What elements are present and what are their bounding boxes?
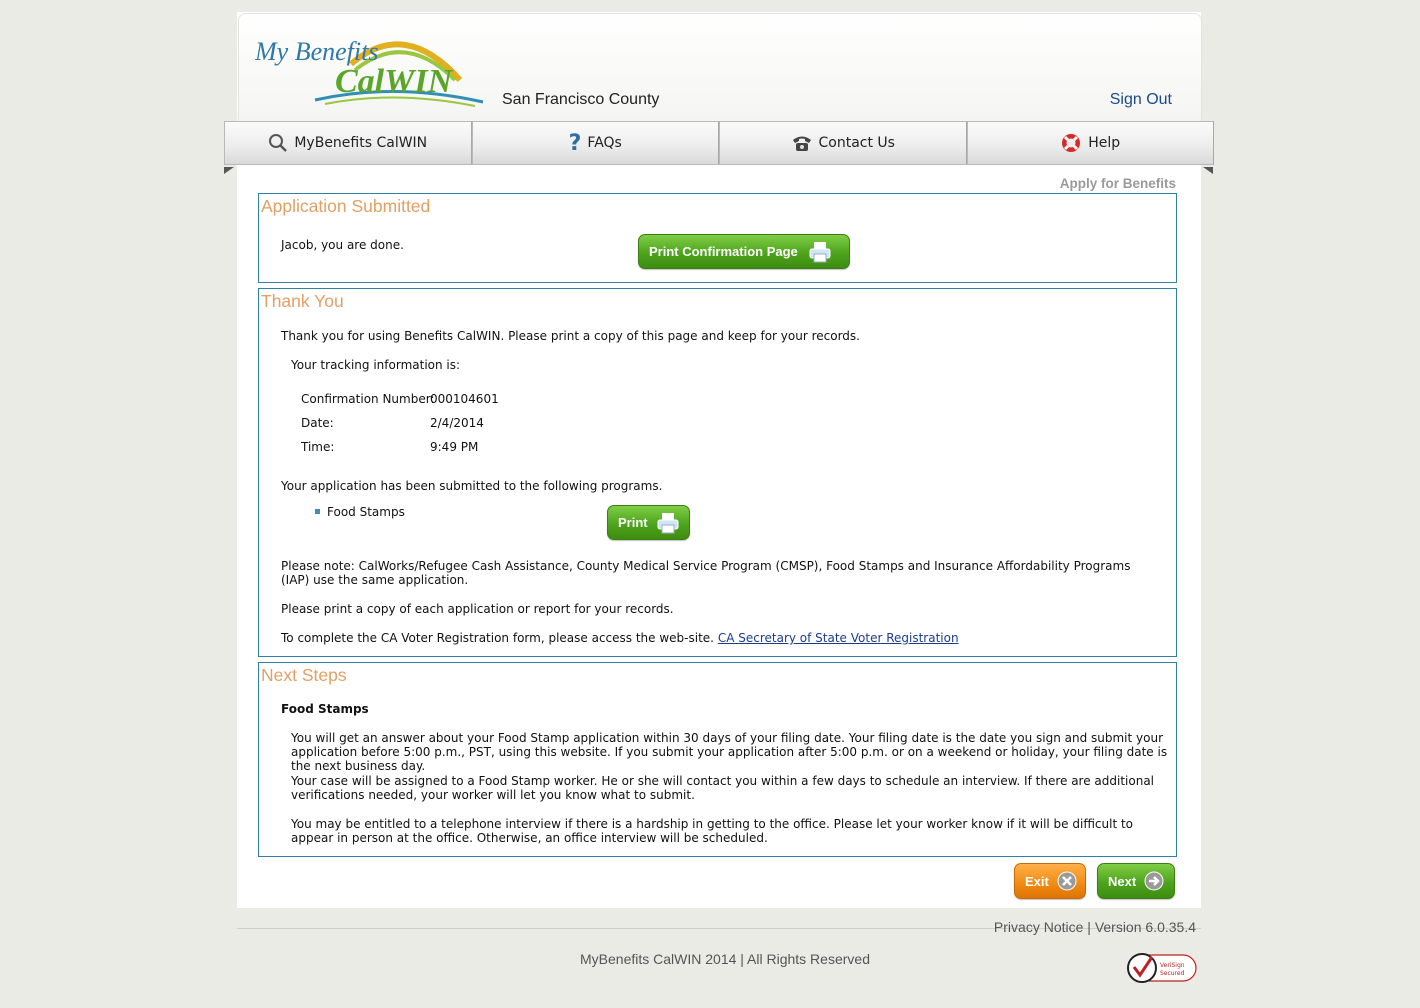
svg-text:My Benefits: My Benefits: [255, 37, 378, 66]
thank-you-panel: Thank You Thank you for using Benefits C…: [258, 288, 1177, 657]
tab-label: Contact Us: [818, 135, 895, 151]
panel-title: Thank You: [261, 291, 344, 311]
tab-help[interactable]: Help: [966, 121, 1214, 165]
done-message: Jacob, you are done.: [281, 238, 404, 252]
version-text: Version 6.0.35.4: [1094, 919, 1196, 935]
tab-mybenefits-calwin[interactable]: MyBenefits CalWIN: [224, 121, 472, 165]
date-label: Date:: [301, 416, 334, 430]
copyright-text: MyBenefits CalWIN 2014 | All Rights Rese…: [580, 951, 870, 967]
time-value: 9:49 PM: [430, 440, 479, 454]
verisign-seal: VeriSign Secured: [1127, 953, 1197, 983]
close-icon: [1057, 871, 1077, 891]
thank-you-intro: Thank you for using Benefits CalWIN. Ple…: [281, 329, 860, 343]
button-label: Exit: [1025, 873, 1049, 889]
panel-title: Next Steps: [261, 665, 347, 685]
lifebuoy-icon: [1060, 132, 1082, 154]
main-nav: MyBenefits CalWIN ? FAQs Contact Us Help: [224, 121, 1214, 167]
print-note: Please print a copy of each application …: [281, 602, 674, 616]
svg-text:Secured: Secured: [1160, 970, 1185, 977]
tab-faqs[interactable]: ? FAQs: [471, 121, 719, 165]
next-steps-paragraph-2: Your case will be assigned to a Food Sta…: [291, 774, 1155, 802]
time-label: Time:: [301, 440, 335, 454]
button-label: Next: [1108, 873, 1137, 889]
next-steps-paragraph-1: You will get an answer about your Food S…: [291, 731, 1168, 773]
search-icon: [268, 133, 288, 153]
phone-icon: [791, 134, 813, 152]
question-icon: ?: [568, 130, 582, 156]
application-submitted-panel: Application Submitted Jacob, you are don…: [258, 193, 1177, 283]
sign-out-link[interactable]: Sign Out: [1090, 91, 1172, 109]
panel-title: Application Submitted: [261, 196, 431, 216]
print-button[interactable]: Print: [607, 505, 690, 540]
svg-text:CalWIN: CalWIN: [335, 63, 454, 100]
next-steps-paragraph-3: You may be entitled to a telephone inter…: [291, 817, 1134, 845]
mybenefits-calwin-logo: My Benefits CalWIN: [255, 37, 484, 107]
county-name: San Francisco County: [502, 91, 660, 108]
program-item: Food Stamps: [327, 505, 405, 519]
nav-corner-left: [224, 167, 234, 174]
next-button[interactable]: Next: [1097, 863, 1175, 899]
tab-label: MyBenefits CalWIN: [294, 135, 428, 151]
button-label: Print Confirmation Page: [649, 244, 798, 259]
confirmation-number-label: Confirmation Number:: [301, 392, 435, 406]
date-value: 2/4/2014: [430, 416, 484, 430]
next-steps-program: Food Stamps: [281, 702, 369, 716]
voter-text: To complete the CA Voter Registration fo…: [281, 631, 714, 645]
printer-icon: [808, 240, 832, 264]
print-confirmation-page-button[interactable]: Print Confirmation Page: [638, 234, 850, 269]
svg-text:VeriSign: VeriSign: [1160, 962, 1185, 969]
voter-registration-text: To complete the CA Voter Registration fo…: [281, 631, 959, 645]
footer-separator: |: [1083, 919, 1095, 935]
voter-registration-link[interactable]: CA Secretary of State Voter Registration: [718, 631, 959, 645]
programs-intro: Your application has been submitted to t…: [281, 479, 663, 493]
button-label: Print: [618, 515, 648, 530]
next-steps-panel: Next Steps Food Stamps You will get an a…: [258, 662, 1177, 857]
footer-links: Privacy Notice | Version 6.0.35.4: [900, 919, 1196, 935]
exit-button[interactable]: Exit: [1014, 863, 1086, 899]
arrow-right-icon: [1144, 871, 1164, 891]
tracking-intro: Your tracking information is:: [291, 358, 461, 372]
programs-note: Please note: CalWorks/Refugee Cash Assis…: [281, 559, 1131, 587]
tab-label: FAQs: [587, 135, 622, 151]
nav-corner-right: [1203, 167, 1213, 174]
tab-label: Help: [1088, 135, 1121, 151]
tab-contact-us[interactable]: Contact Us: [719, 121, 967, 165]
printer-icon: [656, 511, 680, 535]
list-bullet: [315, 509, 320, 514]
confirmation-number-value: 000104601: [430, 392, 499, 406]
breadcrumb: Apply for Benefits: [1059, 176, 1176, 191]
privacy-notice-link[interactable]: Privacy Notice: [994, 919, 1083, 935]
